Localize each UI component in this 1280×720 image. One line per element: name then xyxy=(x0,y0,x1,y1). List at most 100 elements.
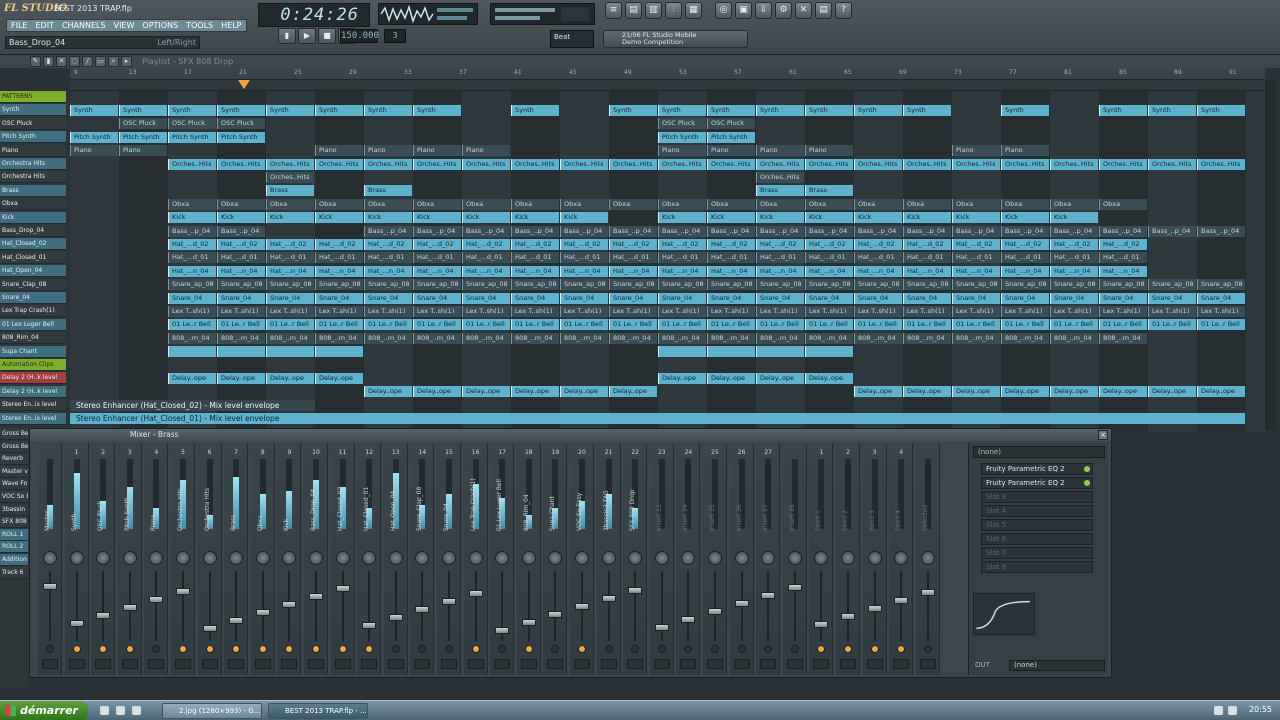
playlist-clip[interactable]: Kick xyxy=(364,212,412,224)
strip-route-button[interactable] xyxy=(201,659,218,669)
strip-route-button[interactable] xyxy=(680,659,697,669)
playlist-clip[interactable]: Snare_04 xyxy=(217,292,265,304)
send-switch[interactable] xyxy=(152,645,161,653)
mixer-strip[interactable]: 14 Snare_Clap_08 xyxy=(410,443,435,675)
send-switch[interactable] xyxy=(445,645,453,653)
piano-roll-icon[interactable]: ▤ xyxy=(625,2,642,19)
playlist-clip[interactable]: Hat_...d_01 xyxy=(658,252,706,264)
pan-knob[interactable] xyxy=(96,551,111,565)
menu-view[interactable]: VIEW xyxy=(110,20,139,31)
playlist-clip[interactable]: Hat_...n_04 xyxy=(266,265,314,277)
pan-knob[interactable] xyxy=(867,551,882,565)
playlist-clip[interactable]: Lex T..sh(1) xyxy=(217,305,265,317)
playlist-clip[interactable]: OSC Pluck xyxy=(217,118,265,130)
mixer-strip[interactable]: 23 Insert 23 xyxy=(649,443,674,675)
pan-knob[interactable] xyxy=(708,551,722,565)
volume-fader-track[interactable] xyxy=(155,571,158,641)
playlist-clip[interactable]: Pitch Synth xyxy=(658,131,706,143)
playlist-clip[interactable]: Kick xyxy=(707,212,755,224)
mixer-strip[interactable]: 1 Synth xyxy=(64,443,89,675)
send-switch[interactable] xyxy=(125,645,134,653)
send-switch[interactable] xyxy=(418,645,427,653)
pan-knob[interactable] xyxy=(601,551,616,565)
send-switch[interactable] xyxy=(365,645,374,653)
playlist-clip[interactable]: Obxa xyxy=(315,198,363,210)
strip-route-button[interactable] xyxy=(148,659,165,669)
playlist-clip[interactable]: Hat_...n_04 xyxy=(315,265,363,277)
playlist-clip[interactable]: Hat_...d_02 xyxy=(854,238,902,250)
playlist-clip[interactable]: Bass_..p_04 xyxy=(462,225,510,237)
playlist-clip[interactable]: Hat_...d_02 xyxy=(903,238,951,250)
pan-knob[interactable] xyxy=(787,551,802,565)
track-label[interactable]: Hat_Closed_01 xyxy=(0,251,66,264)
playlist-clip[interactable]: Hat_...n_04 xyxy=(1099,265,1147,277)
track-label[interactable]: Delay 2 (H..k level xyxy=(0,385,66,398)
playlist-clip[interactable]: Piano xyxy=(119,145,167,157)
playlist-clip[interactable]: Snare_ap_08 xyxy=(609,279,657,291)
track-label[interactable]: Brass xyxy=(0,184,66,197)
playlist-clip[interactable]: Obxa xyxy=(609,198,657,210)
volume-fader[interactable] xyxy=(654,624,669,631)
playlist-clip[interactable] xyxy=(658,346,706,358)
track-label[interactable]: PATTERNS xyxy=(0,91,66,103)
playlist-clip[interactable]: Obxa xyxy=(756,198,804,210)
lower-track-label[interactable]: Addition xyxy=(0,554,28,566)
lower-track-label[interactable]: Wave Fo xyxy=(0,478,28,491)
volume-fader-track[interactable] xyxy=(49,571,51,641)
pan-knob[interactable] xyxy=(548,551,563,565)
lower-track-label[interactable]: ROLL 2 xyxy=(0,541,28,554)
playlist-clip[interactable]: Snare_ap_08 xyxy=(805,279,853,291)
playlist-clip[interactable]: 808_..m_04 xyxy=(805,332,853,344)
playlist-clip[interactable]: Orches..Hits xyxy=(707,158,755,170)
playlist-clip[interactable]: Piano xyxy=(658,145,706,157)
close-icon[interactable]: × xyxy=(1098,430,1108,440)
delete-tool-icon[interactable]: ✕ xyxy=(56,56,67,67)
play-button[interactable]: ▶ xyxy=(298,28,316,44)
playlist-clip[interactable] xyxy=(266,346,314,358)
playlist-clip[interactable]: Piano xyxy=(756,145,804,157)
playlist-clip[interactable]: Synth xyxy=(1001,104,1049,116)
plugin-icon[interactable]: ⚙ xyxy=(775,2,792,19)
send-switch[interactable] xyxy=(631,645,640,653)
playlist-clip[interactable]: Delay..ope xyxy=(511,386,559,398)
playlist-clip[interactable]: Obxa xyxy=(364,198,412,210)
volume-fader-track[interactable] xyxy=(847,571,849,641)
playlist-clip[interactable]: Delay..ope xyxy=(1050,386,1098,398)
playlist-clip[interactable]: Lex T..sh(1) xyxy=(413,305,461,317)
send-switch[interactable] xyxy=(205,645,214,653)
track-label[interactable]: 808_Rim_04 xyxy=(0,332,66,345)
playlist-clip[interactable]: Lex T..sh(1) xyxy=(903,305,951,317)
playlist-clip[interactable]: Kick xyxy=(658,212,706,224)
volume-fader-track[interactable] xyxy=(235,571,238,641)
volume-fader[interactable] xyxy=(388,614,403,621)
mixer-strip[interactable]: 25 Insert 25 xyxy=(703,443,727,675)
playlist-clip[interactable]: 808_..m_04 xyxy=(560,332,608,344)
strip-route-button[interactable] xyxy=(760,659,777,669)
playlist-clip[interactable]: Hat_...d_02 xyxy=(315,238,363,250)
playlist-clip[interactable]: 808_..m_04 xyxy=(707,332,755,344)
send-switch[interactable] xyxy=(817,645,826,653)
track-label[interactable]: Stereo En..ix level xyxy=(0,399,66,412)
playlist-clip[interactable]: Lex T..sh(1) xyxy=(854,305,902,317)
playlist-clip[interactable]: Synth xyxy=(364,104,412,116)
playlist-clip[interactable]: Orches..Hits xyxy=(266,171,314,183)
mixer-strip[interactable]: 4 Send 4 xyxy=(889,443,914,675)
mixer-strip[interactable]: 16 Lex Trap Crash(1) xyxy=(463,443,488,675)
menu-file[interactable]: FILE xyxy=(7,20,31,31)
volume-fader[interactable] xyxy=(814,621,829,628)
volume-fader-track[interactable] xyxy=(182,571,184,641)
playlist-clip[interactable]: Piano xyxy=(315,145,363,157)
playlist-grid[interactable]: Synth Synth Synth Synth Synth Synth Synth Synth… xyxy=(70,91,1265,431)
track-label[interactable]: Synth xyxy=(0,104,66,117)
strip-route-button[interactable] xyxy=(494,659,511,669)
send-switch[interactable] xyxy=(737,645,746,653)
playlist-clip[interactable]: Delay..ope xyxy=(462,386,510,398)
playlist-clip[interactable]: Hat_...n_04 xyxy=(756,265,804,277)
volume-fader-track[interactable] xyxy=(102,571,105,641)
playlist-clip[interactable]: Delay..ope xyxy=(903,386,951,398)
playlist-clip[interactable]: Orches..Hits xyxy=(658,158,706,170)
playlist-clip[interactable]: Hat_...d_01 xyxy=(266,252,314,264)
playlist-clip[interactable]: Hat_...d_01 xyxy=(364,252,412,264)
playlist-clip[interactable]: Hat_...d_01 xyxy=(609,252,657,264)
playlist-clip[interactable]: 01 Le..r Bell xyxy=(707,319,755,331)
